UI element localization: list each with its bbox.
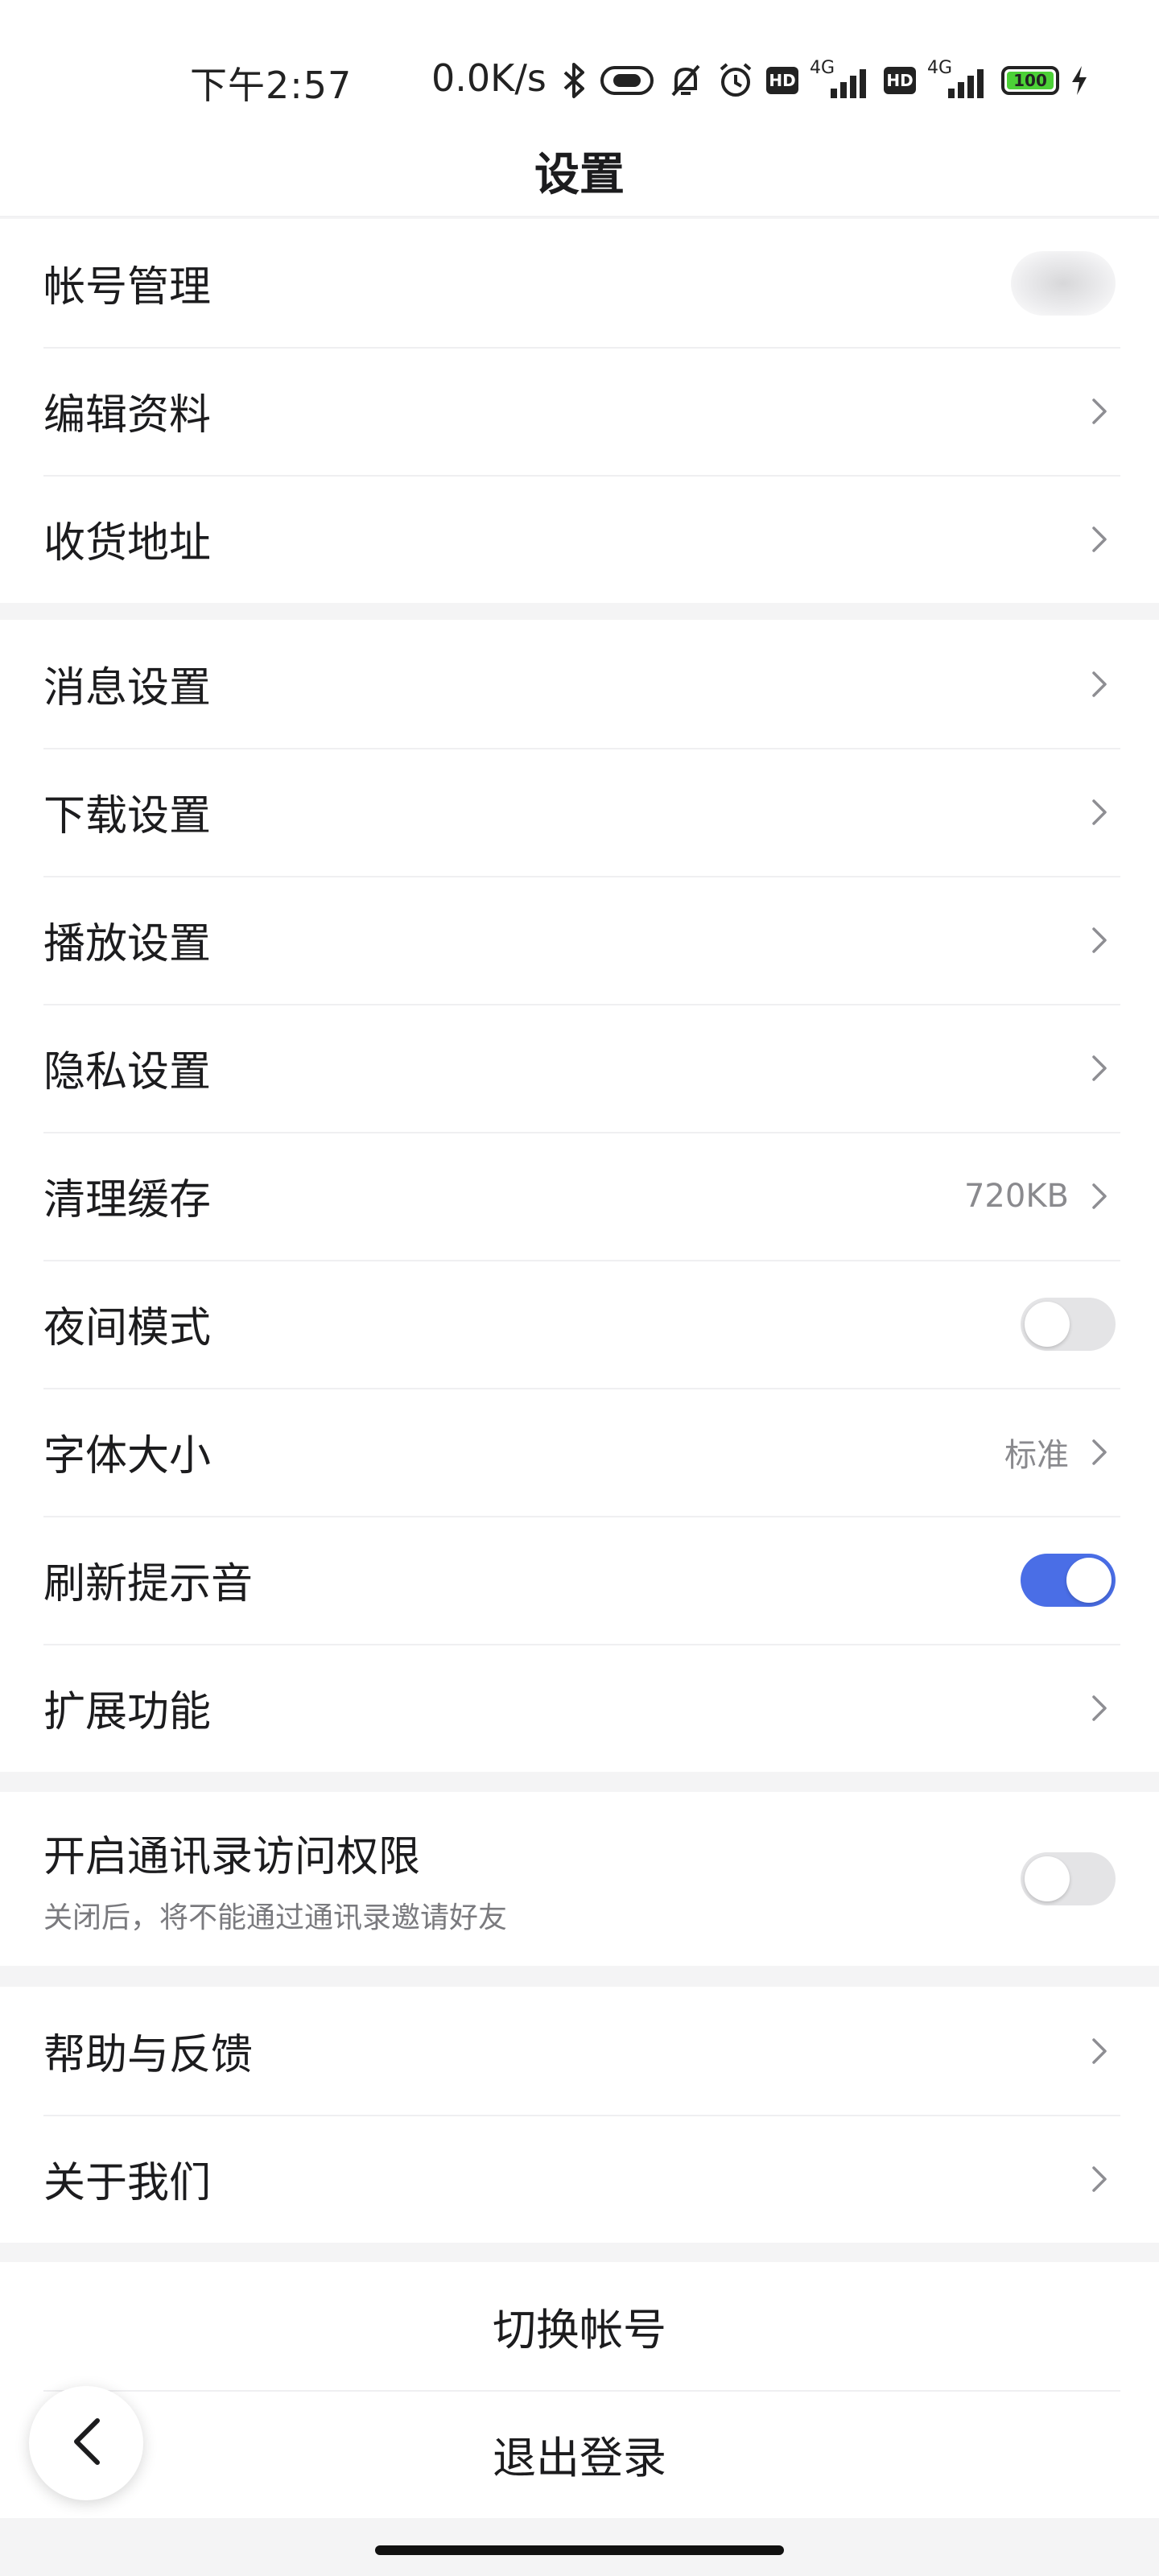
chevron-right-icon	[1083, 395, 1116, 427]
row-label: 下载设置	[43, 792, 212, 840]
page-header: 设置	[0, 121, 1159, 217]
privacy-settings-item[interactable]: 隐私设置	[0, 1004, 1159, 1132]
toggle-knob	[1025, 1856, 1070, 1901]
avatar	[1011, 250, 1116, 316]
button-label: 退出登录	[493, 2433, 666, 2483]
page-title: 设置	[534, 149, 625, 201]
hd-badge: HD	[884, 67, 916, 94]
mute-bell-icon	[666, 61, 705, 100]
shipping-address-item[interactable]: 收货地址	[0, 475, 1159, 603]
row-label: 夜间模式	[43, 1304, 212, 1352]
status-net-speed: 0.0K/s	[431, 56, 547, 100]
settings-group: 消息设置 下载设置 播放设置 隐私设置 清理缓存 720KB 夜间模式 字体大小…	[0, 620, 1159, 1772]
alarm-icon	[716, 61, 755, 100]
row-label: 字体大小	[43, 1432, 212, 1480]
charging-icon	[1070, 64, 1088, 97]
chevron-right-icon	[1083, 1692, 1116, 1724]
logout-button[interactable]: 退出登录	[0, 2390, 1159, 2518]
about-us-item[interactable]: 关于我们	[0, 2115, 1159, 2243]
download-settings-item[interactable]: 下载设置	[0, 748, 1159, 876]
signal-icon: 4G	[810, 58, 872, 103]
row-label: 开启通讯录访问权限	[43, 1832, 421, 1881]
row-label: 帮助与反馈	[43, 2031, 254, 2079]
account-group: 帐号管理 编辑资料 收货地址	[0, 219, 1159, 603]
chevron-right-icon	[1083, 523, 1116, 555]
help-feedback-item[interactable]: 帮助与反馈	[0, 1987, 1159, 2115]
toggle-knob	[1025, 1301, 1070, 1347]
row-label: 扩展功能	[43, 1688, 212, 1736]
home-indicator[interactable]	[375, 2545, 784, 2555]
font-size-item[interactable]: 字体大小 标准	[0, 1388, 1159, 1516]
row-label: 关于我们	[43, 2159, 212, 2207]
row-label: 隐私设置	[43, 1048, 212, 1096]
clear-cache-item[interactable]: 清理缓存 720KB	[0, 1132, 1159, 1260]
contacts-permission-item: 开启通讯录访问权限 关闭后，将不能通过通讯录邀请好友	[0, 1792, 1159, 1966]
row-label: 收货地址	[43, 519, 212, 568]
cache-size-value: 720KB	[963, 1177, 1069, 1215]
chevron-left-icon	[68, 2416, 104, 2471]
status-bar: 下午2:57 0.0K/s HD 4G HD 4G 100	[0, 0, 1159, 137]
refresh-sound-toggle[interactable]	[1021, 1553, 1116, 1607]
switch-account-button[interactable]: 切换帐号	[0, 2262, 1159, 2390]
extensions-item[interactable]: 扩展功能	[0, 1644, 1159, 1772]
back-button[interactable]	[29, 2386, 143, 2500]
chevron-right-icon	[1083, 2163, 1116, 2195]
account-actions-group: 切换帐号 退出登录	[0, 2262, 1159, 2518]
night-mode-toggle[interactable]	[1021, 1297, 1116, 1351]
signal-icon: 4G	[927, 58, 990, 103]
account-management-item[interactable]: 帐号管理	[0, 219, 1159, 347]
playback-settings-item[interactable]: 播放设置	[0, 876, 1159, 1004]
chevron-right-icon	[1083, 796, 1116, 828]
contacts-permission-toggle[interactable]	[1021, 1852, 1116, 1905]
refresh-sound-item: 刷新提示音	[0, 1516, 1159, 1644]
chevron-right-icon	[1083, 2035, 1116, 2067]
row-label: 播放设置	[43, 920, 212, 968]
hd-badge: HD	[766, 67, 798, 94]
chevron-right-icon	[1083, 1180, 1116, 1212]
chevron-right-icon	[1083, 1436, 1116, 1468]
bluetooth-icon	[560, 61, 588, 100]
font-size-value: 标准	[1004, 1436, 1069, 1474]
help-group: 帮助与反馈 关于我们	[0, 1987, 1159, 2243]
button-label: 切换帐号	[493, 2305, 666, 2355]
row-label: 消息设置	[43, 664, 212, 712]
status-icons: HD 4G HD 4G 100	[560, 55, 1088, 106]
chevron-right-icon	[1083, 668, 1116, 700]
row-label: 清理缓存	[43, 1176, 212, 1224]
row-label: 编辑资料	[43, 391, 212, 440]
row-sublabel: 关闭后，将不能通过通讯录邀请好友	[43, 1901, 508, 1934]
row-label: 刷新提示音	[43, 1560, 254, 1608]
chevron-right-icon	[1083, 1052, 1116, 1084]
vibrate-icon	[599, 63, 655, 98]
row-label: 帐号管理	[43, 263, 212, 312]
toggle-knob	[1066, 1557, 1112, 1603]
status-time: 下午2:57	[190, 64, 353, 107]
edit-profile-item[interactable]: 编辑资料	[0, 347, 1159, 475]
chevron-right-icon	[1083, 924, 1116, 956]
contacts-group: 开启通讯录访问权限 关闭后，将不能通过通讯录邀请好友	[0, 1792, 1159, 1966]
battery-icon: 100	[1001, 66, 1059, 95]
night-mode-item: 夜间模式	[0, 1260, 1159, 1388]
message-settings-item[interactable]: 消息设置	[0, 620, 1159, 748]
